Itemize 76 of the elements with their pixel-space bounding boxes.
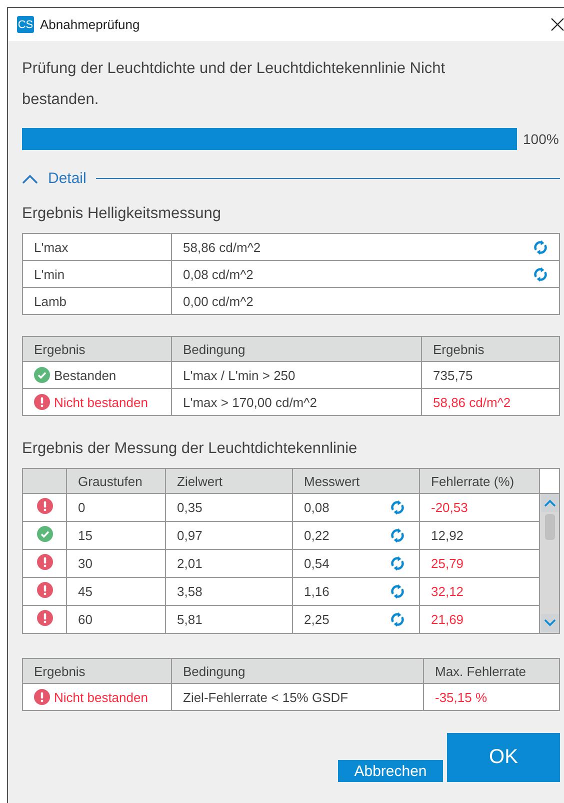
check-circle-icon <box>34 367 50 383</box>
table-cell: 25,79 <box>420 550 540 578</box>
cancel-button[interactable]: Abbrechen <box>338 760 443 782</box>
column-header: Zielwert <box>166 468 292 494</box>
column-header: Max. Fehlerrate <box>424 658 560 684</box>
table-cell: 12,92 <box>420 522 540 550</box>
section-heading: Ergebnis Helligkeitsmessung <box>22 205 222 223</box>
scroll-down-button[interactable] <box>540 614 558 632</box>
table-cell: 15 <box>66 522 166 550</box>
table-cell: 0 <box>66 494 166 522</box>
table-cell: 3,58 <box>166 578 292 606</box>
status-message: Prüfung der Leuchtdichte und der Leuchtdichtekennlinie Nicht bestanden. <box>22 59 446 110</box>
cell-value: 0,54 <box>304 556 330 571</box>
result-text: Nicht bestanden <box>54 394 148 410</box>
cell-value: 0,00 cd/m^2 <box>183 294 254 308</box>
refresh-icon[interactable] <box>390 500 405 515</box>
table-cell: Lamb <box>22 288 172 314</box>
table-cell: 21,69 <box>420 606 540 634</box>
refresh-icon[interactable] <box>390 584 405 599</box>
cell-value: 1,16 <box>304 584 330 599</box>
check-circle-icon <box>36 526 52 542</box>
cell-value: 0,08 cd/m^2 <box>183 266 254 282</box>
result-text: Bestanden <box>54 368 116 382</box>
exclamation-circle-icon <box>34 689 50 705</box>
table-cell: 0,35 <box>166 494 292 522</box>
table-cell: 0,97 <box>166 522 292 550</box>
window-title: Abnahmeprüfung <box>40 17 141 32</box>
column-header: Ergebnis <box>422 336 560 362</box>
close-icon[interactable] <box>551 18 564 31</box>
table-cell: 2,01 <box>166 550 292 578</box>
table-cell: 735,75 <box>422 362 560 388</box>
refresh-icon[interactable] <box>533 266 548 282</box>
cell-value: 58,86 cd/m^2 <box>183 240 261 254</box>
table-cell: Ziel-Fehlerrate < 15% GSDF <box>172 684 424 710</box>
app-icon: CS <box>17 16 34 33</box>
column-header: Messwert <box>292 468 420 494</box>
table-cell: 30 <box>66 550 166 578</box>
chevron-up-icon <box>544 499 556 507</box>
exclamation-circle-icon <box>36 582 52 598</box>
result-text: Nicht bestanden <box>54 690 148 704</box>
table-cell: L'max <box>22 234 172 260</box>
column-header: Graustufen <box>66 468 166 494</box>
column-header: Bedingung <box>172 658 424 684</box>
table-cell: L'max / L'min > 250 <box>172 362 422 388</box>
table-cell: -35,15 % <box>424 684 560 710</box>
table-cell: -20,53 <box>420 494 540 522</box>
table-cell: L'max > 170,00 cd/m^2 <box>172 388 422 416</box>
cell-value: 0,22 <box>304 528 330 543</box>
table-cell: 60 <box>66 606 166 634</box>
exclamation-circle-icon <box>34 394 50 410</box>
section-heading: Ergebnis der Messung der Leuchtdichtekennlinie <box>22 440 358 458</box>
cell-value: 0,08 <box>304 500 330 515</box>
table-cell: 58,86 cd/m^2 <box>422 388 560 416</box>
table-cell: L'min <box>22 260 172 288</box>
table-cell: 32,12 <box>420 578 540 606</box>
detail-toggle[interactable]: Detail <box>22 170 86 187</box>
refresh-icon[interactable] <box>390 556 405 571</box>
refresh-icon[interactable] <box>390 612 405 627</box>
cell-value: 2,25 <box>304 612 330 627</box>
exclamation-circle-icon <box>36 554 52 570</box>
scroll-up-button[interactable] <box>540 494 558 512</box>
scrollbar-thumb[interactable] <box>544 514 554 540</box>
table-cell: 45 <box>66 578 166 606</box>
refresh-icon[interactable] <box>533 240 548 254</box>
exclamation-circle-icon <box>36 498 52 514</box>
refresh-icon[interactable] <box>390 528 405 543</box>
table-cell: 5,81 <box>166 606 292 634</box>
column-header: Bedingung <box>172 336 422 362</box>
scrollbar[interactable] <box>540 494 560 634</box>
ok-button[interactable]: OK <box>447 733 560 782</box>
column-header: Ergebnis <box>22 658 172 684</box>
progress-label: 100% <box>523 131 559 147</box>
column-header: Fehlerrate (%) <box>420 468 540 494</box>
column-header: Ergebnis <box>22 336 172 362</box>
chevron-down-icon <box>544 619 556 627</box>
exclamation-circle-icon <box>36 610 52 626</box>
